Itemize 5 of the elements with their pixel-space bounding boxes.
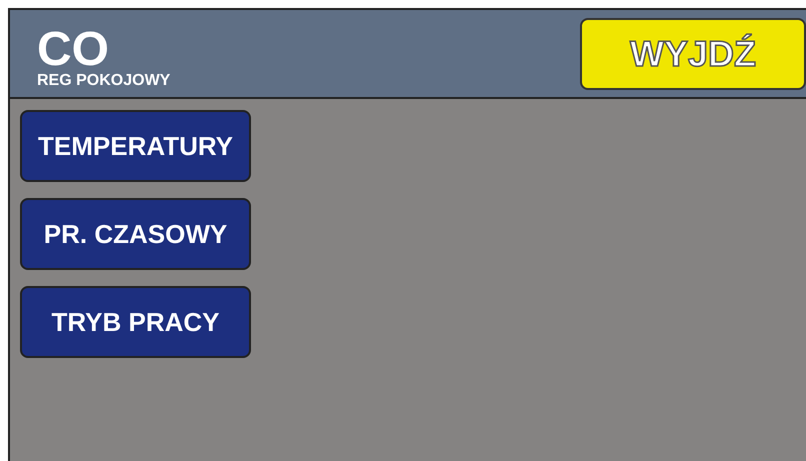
menu-button[interactable]: TRYB PRACY bbox=[20, 286, 251, 358]
header-title: CO bbox=[37, 28, 109, 72]
menu-button[interactable]: TEMPERATURY bbox=[20, 110, 251, 182]
header-subtitle: REG POKOJOWY bbox=[37, 72, 170, 90]
menu-button[interactable]: PR. CZASOWY bbox=[20, 198, 251, 270]
